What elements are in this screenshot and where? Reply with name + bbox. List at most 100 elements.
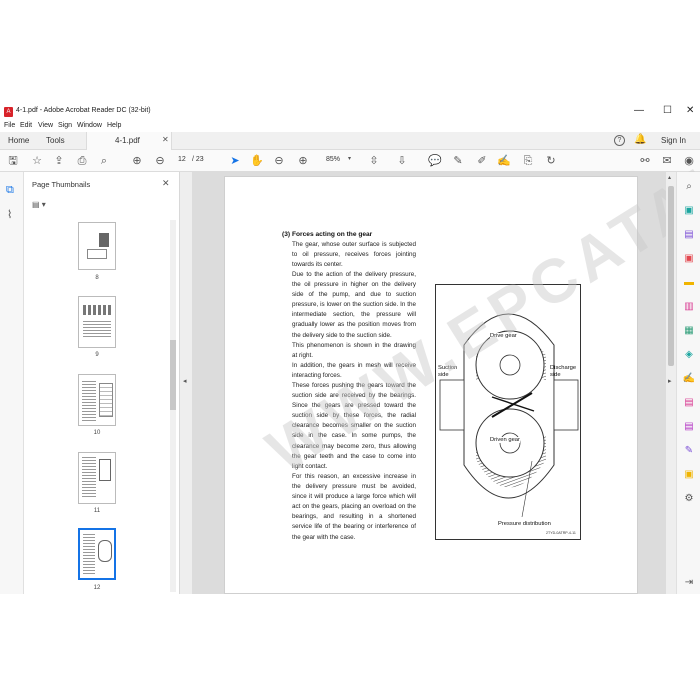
panel-title: Page Thumbnails [32, 180, 91, 189]
driven-gear-hub [499, 432, 521, 454]
gear-pump-figure: Drive gear Driven gear Suction side Disc… [435, 284, 581, 540]
hand-tool-icon[interactable]: ✋ [250, 154, 264, 168]
edit-pdf-icon[interactable]: ▥ [682, 300, 696, 314]
menu-sign[interactable]: Sign [58, 122, 72, 129]
thumbnail-page-8[interactable] [78, 222, 116, 270]
thumbnail-label-8: 8 [95, 275, 99, 281]
scroll-up-arrow-icon[interactable]: ▴ [668, 174, 671, 181]
create-pdf-icon[interactable]: ▣ [682, 204, 696, 218]
menu-edit[interactable]: Edit [20, 122, 32, 129]
stamp-icon[interactable]: ⎘ [521, 154, 535, 168]
highlight-pen-icon[interactable]: ✎ [451, 154, 465, 168]
thumbnail-label-12: 12 [93, 585, 101, 591]
export-pdf-icon[interactable]: ▣ [682, 252, 696, 266]
fill-sign-icon[interactable]: ✍ [682, 372, 696, 386]
enhance-scans-icon[interactable]: ◈ [682, 348, 696, 362]
body-paragraph-2: Due to the action of the delivery pressu… [292, 271, 416, 339]
menu-help[interactable]: Help [107, 122, 121, 129]
help-icon[interactable]: ? [614, 135, 625, 146]
print-icon[interactable]: ⎙ [75, 154, 89, 168]
scroll-mode-icon[interactable]: ⇩ [395, 154, 409, 168]
suction-port [439, 379, 465, 431]
page-number-input[interactable]: 12 [178, 156, 186, 163]
send-for-comments-icon[interactable]: ✎ [682, 444, 696, 458]
document-scroll-thumb[interactable] [668, 186, 674, 366]
body-paragraph-4: In addition, the gears in mesh will rece… [292, 362, 416, 380]
close-window-button[interactable]: ✕ [686, 105, 694, 116]
previous-page-icon[interactable]: ⊕ [130, 154, 144, 168]
more-tools-icon[interactable]: ⚙ [682, 492, 696, 506]
attachments-paperclip-icon[interactable]: ⌇ [7, 208, 12, 221]
body-paragraph-1: The gear, whose outer surface is subject… [292, 241, 416, 269]
chevron-down-icon[interactable]: ▾ [348, 155, 351, 162]
collapse-left-arrow-icon: ◂ [183, 378, 187, 385]
close-tab-icon[interactable]: ✕ [162, 135, 169, 144]
thumbnail-scroll-thumb[interactable] [170, 340, 176, 410]
zoom-out-icon[interactable]: ⊖ [272, 154, 286, 168]
zoom-in-icon[interactable]: ⊕ [296, 154, 310, 168]
upload-cloud-icon[interactable]: ⇪ [52, 154, 66, 168]
menu-file[interactable]: File [4, 122, 15, 129]
pressure-distribution-label: Pressure distribution [498, 521, 551, 527]
minimize-button[interactable]: — [634, 105, 644, 116]
title-bar: A 4-1.pdf - Adobe Acrobat Reader DC (32-… [0, 104, 700, 120]
close-panel-icon[interactable]: ✕ [162, 178, 170, 189]
window-title: 4-1.pdf - Adobe Acrobat Reader DC (32-bi… [16, 107, 151, 114]
fill-sign-icon[interactable]: ✍ [497, 154, 511, 168]
menu-view[interactable]: View [38, 122, 53, 129]
comment-icon[interactable]: ▬ [682, 276, 696, 290]
next-page-icon[interactable]: ⊖ [153, 154, 167, 168]
menu-bar: File Edit View Sign Window Help [0, 120, 700, 132]
rotate-icon[interactable]: ↻ [544, 154, 558, 168]
notifications-bell-icon[interactable]: 🔔 [634, 134, 646, 145]
tab-tools[interactable]: Tools [46, 136, 65, 145]
search-icon[interactable]: ⌕ [97, 154, 111, 168]
pdf-page: (3) Forces acting on the gear The gear, … [224, 0, 700, 594]
document-scrollbar[interactable]: ▴ ▸ [666, 172, 676, 594]
section-heading: Forces acting on the gear [292, 231, 373, 238]
save-icon[interactable]: 🖫 [6, 154, 20, 168]
expand-right-arrow-icon[interactable]: ▸ [668, 377, 672, 385]
right-tools-rail: ⌕ ▣ ▤ ▣ ▬ ▥ ▦ ◈ ✍ ▤ ▤ ✎ ▣ ⚙ ⇥ [676, 172, 700, 594]
thumbnail-scrollbar[interactable] [170, 220, 176, 592]
thumbnail-page-12[interactable] [78, 528, 116, 580]
combine-files-icon[interactable]: ▤ [682, 228, 696, 242]
search-icon[interactable]: ⌕ [682, 180, 696, 194]
account-icon[interactable]: ◉ [682, 154, 696, 168]
collapse-right-panel-icon[interactable]: ⇥ [682, 576, 696, 590]
stamp-icon[interactable]: ▣ [682, 468, 696, 482]
page-thumbnails-icon[interactable]: ⧉ [6, 184, 14, 197]
thumbnail-page-11[interactable] [78, 452, 116, 504]
request-signature-icon[interactable]: ▤ [682, 420, 696, 434]
thumbnail-page-9[interactable] [78, 296, 116, 348]
drive-gear-label: Drive gear [490, 333, 517, 339]
select-cursor-icon[interactable]: ➤ [228, 154, 242, 168]
tab-bar: Home Tools 4-1.pdf ✕ ? 🔔 Sign In [0, 132, 700, 150]
tab-home[interactable]: Home [8, 136, 29, 145]
menu-window[interactable]: Window [77, 122, 102, 129]
page-fit-icon[interactable]: ⇳ [367, 154, 381, 168]
collapse-left-panel-handle[interactable]: ◂ [180, 172, 192, 594]
maximize-button[interactable]: ☐ [663, 105, 672, 116]
bookmark-star-icon[interactable]: ☆ [30, 154, 44, 168]
zoom-level-select[interactable]: 85% [326, 156, 340, 163]
comment-icon[interactable]: 💬 [428, 154, 442, 168]
email-icon[interactable]: ✉ [660, 154, 674, 168]
thumbnail-options-icon[interactable]: ▤ ▾ [32, 200, 46, 209]
figure-code: 2TYD-0ATRP-4-11 [546, 531, 576, 535]
share-link-icon[interactable]: ⚯ [638, 154, 652, 168]
gear-pump-diagram [439, 313, 579, 518]
thumbnail-label-10: 10 [93, 430, 101, 436]
organize-pages-icon[interactable]: ▦ [682, 324, 696, 338]
body-paragraph-6: For this reason, an excessive increase i… [292, 473, 416, 541]
body-paragraph-5: These forces pushing the gears toward th… [292, 382, 416, 470]
protect-icon[interactable]: ▤ [682, 396, 696, 410]
thumbnail-page-10[interactable] [78, 374, 116, 426]
left-navigation-rail: ⧉ ⌇ [0, 172, 24, 594]
sign-in-button[interactable]: Sign In [661, 136, 686, 145]
thumbnail-label-11: 11 [93, 508, 101, 514]
tab-document[interactable]: 4-1.pdf ✕ [86, 132, 172, 150]
document-tab-label: 4-1.pdf [115, 136, 140, 145]
suction-side-label: Suction side [438, 365, 458, 378]
draw-icon[interactable]: ✐ [475, 154, 489, 168]
